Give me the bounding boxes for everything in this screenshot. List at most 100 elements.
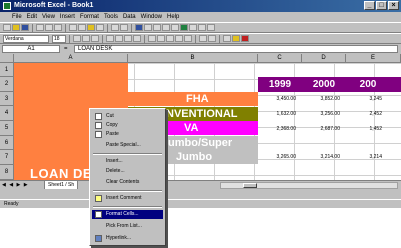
merge-center-icon[interactable] (133, 35, 141, 42)
zoom-icon[interactable] (198, 24, 206, 31)
new-icon[interactable] (3, 24, 11, 31)
value-cell[interactable]: 2,687.00 (310, 126, 340, 132)
menu-item-cut[interactable]: Cut (92, 112, 163, 121)
row-header[interactable]: 3 (0, 92, 14, 106)
drawing-icon[interactable] (189, 24, 197, 31)
value-cell[interactable]: 3,245 (352, 96, 382, 102)
row-header[interactable]: 8 (0, 165, 14, 180)
format-painter-icon[interactable] (96, 24, 104, 31)
menu-item-clear-contents[interactable]: Clear Contents (92, 178, 163, 187)
scrollbar-thumb[interactable] (243, 183, 257, 188)
align-right-icon[interactable] (124, 35, 132, 42)
undo-icon[interactable] (111, 24, 119, 31)
decrease-decimal-icon[interactable] (184, 35, 192, 42)
menu-edit[interactable]: Edit (27, 14, 37, 20)
column-header-d[interactable]: D (302, 54, 346, 63)
currency-icon[interactable] (148, 35, 156, 42)
maximize-button[interactable]: □ (376, 1, 387, 10)
name-box[interactable]: A1 (2, 45, 60, 53)
value-cell[interactable]: 3,256.00 (310, 111, 340, 117)
increase-indent-icon[interactable] (208, 35, 216, 42)
row-header[interactable]: 2 (0, 77, 14, 92)
align-center-icon[interactable] (115, 35, 123, 42)
sort-descending-icon[interactable] (171, 24, 179, 31)
menu-item-insert-comment[interactable]: Insert Comment (92, 194, 163, 203)
formula-equals-icon[interactable]: = (64, 44, 68, 54)
redo-icon[interactable] (120, 24, 128, 31)
menu-format[interactable]: Format (80, 14, 99, 20)
autosum-icon[interactable] (144, 24, 152, 31)
font-name-select[interactable]: Verdana (3, 34, 49, 43)
borders-icon[interactable] (223, 35, 231, 42)
menu-tools[interactable]: Tools (104, 14, 118, 20)
select-all-corner[interactable] (0, 54, 14, 63)
save-icon[interactable] (21, 24, 29, 31)
sort-ascending-icon[interactable] (162, 24, 170, 31)
tab-scroll-arrows-icon[interactable]: ◀ ◀ ▶ ▶ (2, 182, 29, 188)
menu-item-pick-from-list[interactable]: Pick From List... (92, 222, 163, 231)
column-header-e[interactable]: E (346, 54, 401, 63)
row-header[interactable]: 1 (0, 63, 14, 77)
menu-item-paste[interactable]: Paste (92, 130, 163, 139)
year-header-row[interactable]: 1999 2000 200 (258, 77, 401, 92)
copy-icon[interactable] (78, 24, 86, 31)
value-cell[interactable]: 1,632.00 (266, 111, 296, 117)
help-icon[interactable] (207, 24, 215, 31)
spelling-icon[interactable] (54, 24, 62, 31)
italic-icon[interactable] (82, 35, 90, 42)
cut-icon[interactable] (69, 24, 77, 31)
context-menu: Cut Copy Paste Paste Special... Insert..… (89, 108, 166, 246)
column-header-b[interactable]: B (128, 54, 258, 63)
value-cell[interactable]: 3,214 (352, 154, 382, 160)
paste-icon[interactable] (87, 24, 95, 31)
value-cell[interactable]: 2,452 (352, 111, 382, 117)
function-icon[interactable] (153, 24, 161, 31)
menu-window[interactable]: Window (141, 14, 162, 20)
chart-wizard-icon[interactable] (180, 24, 188, 31)
menu-view[interactable]: View (42, 14, 55, 20)
worksheet-grid[interactable]: A B C D E 1 2 3 4 5 6 7 8 LOAN DESK 1999… (0, 54, 401, 180)
value-cell[interactable]: 3,450.00 (266, 96, 296, 102)
menu-item-delete[interactable]: Delete... (92, 167, 163, 176)
value-cell[interactable]: 1,452 (352, 126, 382, 132)
menu-item-paste-special[interactable]: Paste Special... (92, 141, 163, 150)
column-header-a[interactable]: A (14, 54, 128, 63)
decrease-indent-icon[interactable] (199, 35, 207, 42)
row-header[interactable]: 4 (0, 106, 14, 121)
menu-help[interactable]: Help (167, 14, 179, 20)
percent-icon[interactable] (157, 35, 165, 42)
menu-item-copy[interactable]: Copy (92, 121, 163, 130)
formula-input[interactable]: LOAN DESK (74, 45, 398, 53)
menu-item-format-cells[interactable]: Format Cells... (92, 210, 163, 219)
excel-app-icon[interactable] (3, 2, 11, 10)
open-icon[interactable] (12, 24, 20, 31)
value-cell[interactable]: 3,265.00 (266, 154, 296, 160)
bold-icon[interactable] (73, 35, 81, 42)
value-cell[interactable]: 2,368.00 (266, 126, 296, 132)
loan-type-fha[interactable]: FHA (128, 92, 258, 106)
row-header[interactable]: 7 (0, 150, 14, 165)
close-button[interactable]: × (388, 1, 399, 10)
increase-decimal-icon[interactable] (175, 35, 183, 42)
font-color-icon[interactable] (241, 35, 249, 42)
hyperlink-icon[interactable] (135, 24, 143, 31)
align-left-icon[interactable] (106, 35, 114, 42)
font-size-select[interactable]: 18 (52, 34, 66, 43)
menu-item-insert[interactable]: Insert... (92, 157, 163, 166)
horizontal-scrollbar[interactable] (220, 182, 398, 189)
comma-icon[interactable] (166, 35, 174, 42)
value-cell[interactable]: 3,852.00 (310, 96, 340, 102)
menu-item-hyperlink[interactable]: Hyperlink... (92, 234, 163, 243)
value-cell[interactable]: 3,214.00 (310, 154, 340, 160)
underline-icon[interactable] (91, 35, 99, 42)
fill-color-icon[interactable] (232, 35, 240, 42)
row-header[interactable]: 6 (0, 136, 14, 150)
minimize-button[interactable]: _ (364, 1, 375, 10)
menu-insert[interactable]: Insert (60, 14, 75, 20)
print-icon[interactable] (36, 24, 44, 31)
column-header-c[interactable]: C (258, 54, 302, 63)
row-header[interactable]: 5 (0, 121, 14, 136)
menu-file[interactable]: File (12, 14, 22, 20)
print-preview-icon[interactable] (45, 24, 53, 31)
menu-data[interactable]: Data (123, 14, 136, 20)
